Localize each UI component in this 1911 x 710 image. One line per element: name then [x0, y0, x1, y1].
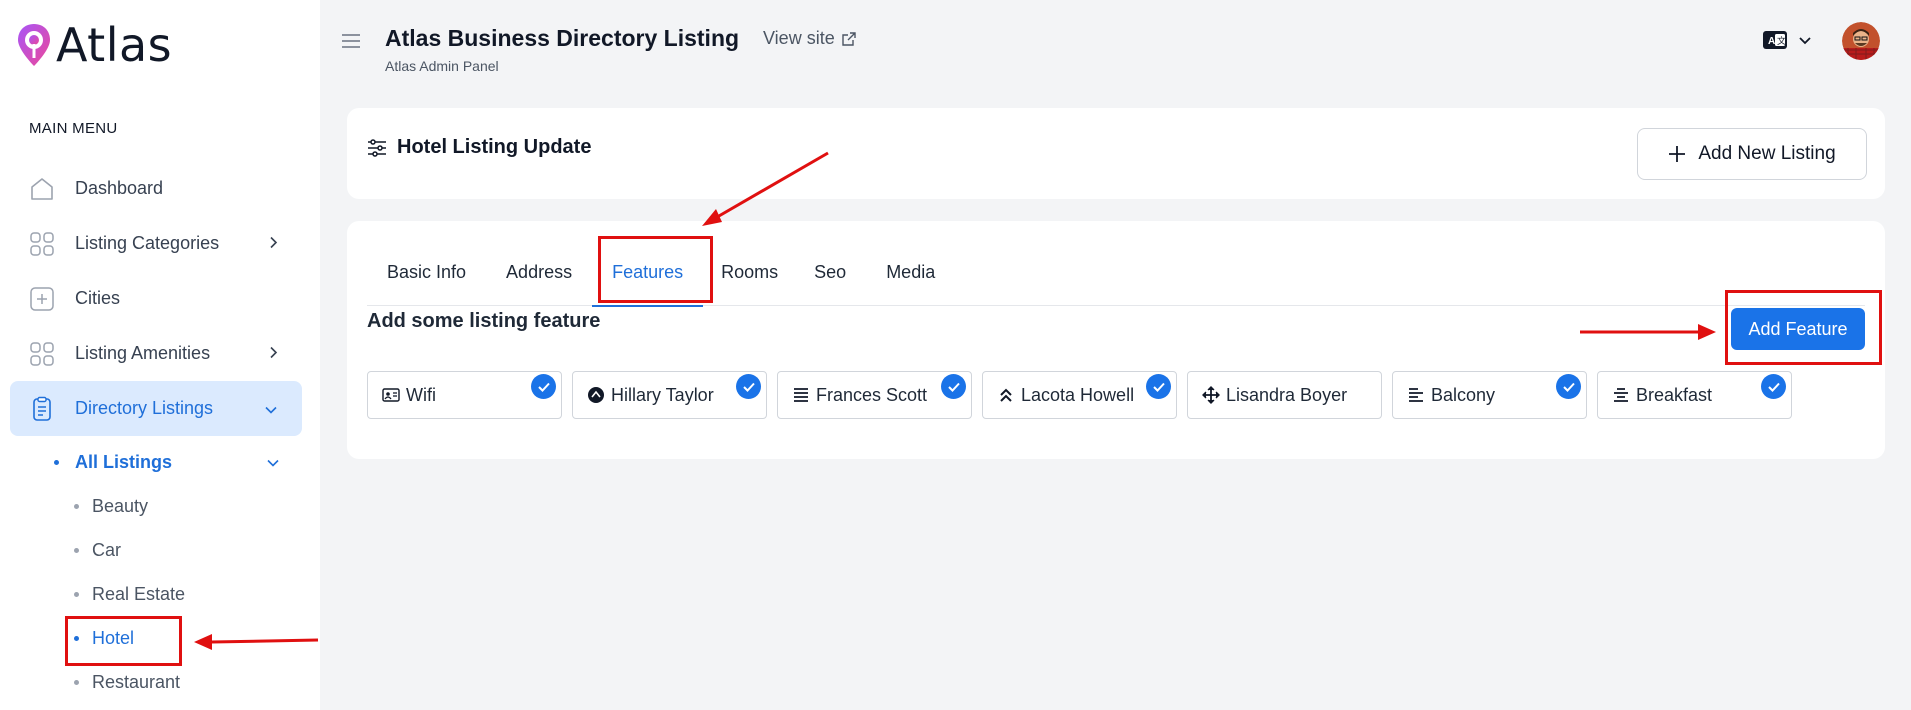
annotation-arrows	[194, 151, 1716, 650]
arrow-to-features-tab	[702, 151, 829, 226]
arrow-to-add-feature	[1580, 324, 1716, 340]
arrow-to-hotel	[194, 634, 319, 650]
